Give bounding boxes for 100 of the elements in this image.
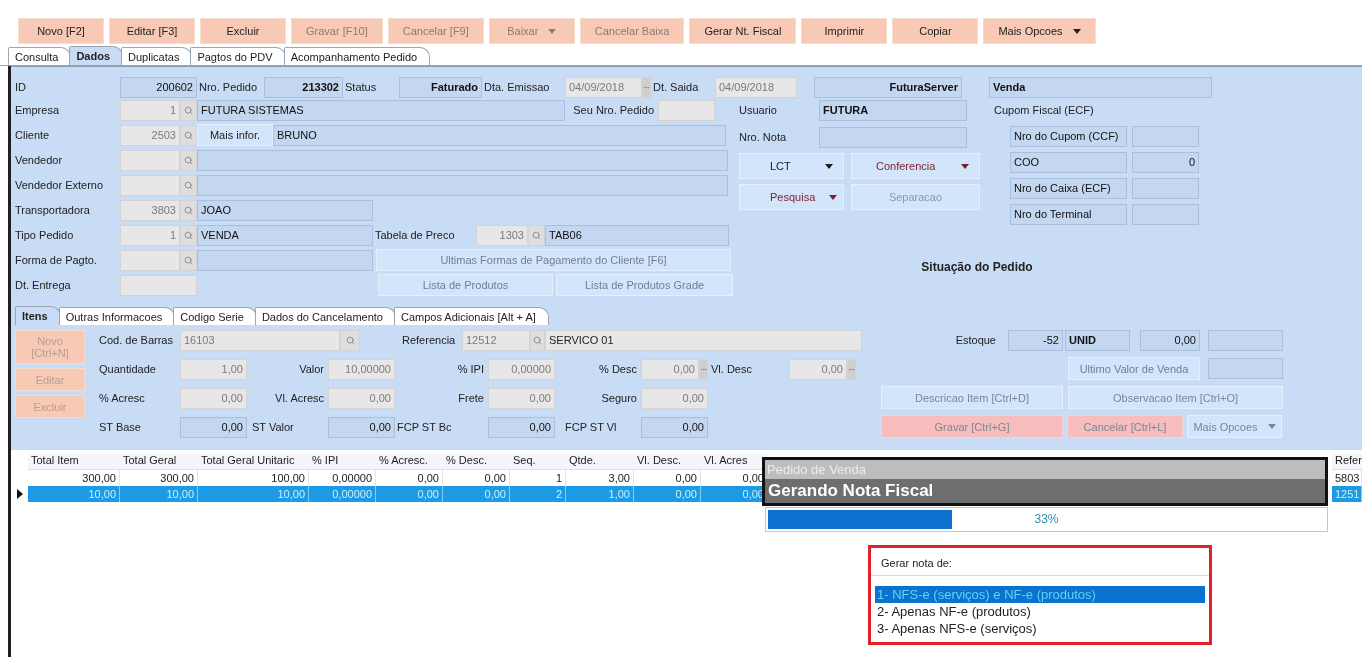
text-field[interactable]: 0,00 [180, 388, 247, 409]
text-field[interactable]: 1,00 [180, 359, 247, 380]
text-field[interactable] [120, 274, 197, 296]
list-option[interactable]: 2- Apenas NF-e (produtos) [875, 603, 1205, 620]
text-field[interactable]: 0,00 [180, 417, 247, 438]
text-field[interactable]: 0,00 [641, 417, 708, 438]
text-field[interactable] [819, 126, 967, 148]
popup-title: Gerar nota de: [871, 548, 1209, 576]
text-field[interactable] [197, 249, 373, 271]
column-header[interactable]: Seq. [510, 454, 566, 470]
text-field[interactable]: 0,00 [789, 359, 847, 380]
text-field[interactable]: 0,00 [328, 388, 395, 409]
lookup-button[interactable] [528, 224, 545, 246]
column-header[interactable]: Vl. Acres [701, 454, 768, 470]
column-header[interactable]: % Desc. [443, 454, 510, 470]
lookup-button[interactable] [180, 199, 197, 221]
text-field[interactable]: 0,00 [1140, 330, 1200, 351]
lookup-button[interactable] [340, 330, 360, 351]
text-field[interactable]: Venda [989, 76, 1212, 98]
text-field[interactable]: 0,00 [641, 388, 708, 409]
text-field[interactable] [658, 99, 715, 121]
text-field[interactable] [120, 249, 180, 271]
lookup-button[interactable] [180, 174, 197, 196]
column-header[interactable]: % Acresc. [376, 454, 443, 470]
list-option[interactable]: 3- Apenas NFS-e (serviços) [875, 620, 1205, 637]
more-info-button[interactable]: Mais infor. [197, 124, 273, 146]
text-field[interactable]: 1 [120, 224, 180, 246]
toolbar-button[interactable]: Imprimir [801, 18, 888, 44]
tab[interactable]: Outras Informacoes [58, 307, 176, 325]
text-field[interactable]: UNID [1065, 330, 1130, 351]
column-header[interactable]: Total Geral [120, 454, 198, 470]
tab[interactable]: Dados do Cancelamento [254, 307, 396, 325]
menu-button[interactable]: Pesquisa [739, 184, 844, 210]
picker-button[interactable] [699, 359, 708, 380]
text-field[interactable]: 1303 [476, 224, 528, 246]
toolbar-button[interactable]: Novo [F2] [18, 18, 104, 44]
text-field[interactable]: FUTURA SISTEMAS [197, 99, 565, 121]
text-field[interactable]: 2503 [120, 124, 180, 146]
text-field[interactable]: 0,00 [488, 417, 555, 438]
lookup-button[interactable] [180, 249, 197, 271]
text-field[interactable]: FUTURA [819, 99, 967, 121]
toolbar-button[interactable]: Copiar [892, 18, 979, 44]
text-field[interactable] [197, 149, 728, 171]
lookup-button[interactable] [180, 149, 197, 171]
lookup-button[interactable] [180, 99, 197, 121]
text-field[interactable]: JOAO [197, 199, 373, 221]
toolbar-button[interactable]: Mais Opcoes [983, 18, 1096, 44]
toolbar-button[interactable]: Gerar Nt. Fiscal [689, 18, 797, 44]
column-header[interactable]: Qtde. [566, 454, 634, 470]
text-field[interactable]: 12512 [462, 330, 530, 351]
text-field[interactable]: 0,00000 [488, 359, 555, 380]
text-field[interactable]: 0 [1132, 152, 1199, 173]
text-field[interactable]: 0,00 [641, 359, 699, 380]
text-field[interactable] [1208, 330, 1283, 351]
lookup-button[interactable] [180, 124, 197, 146]
toolbar-button[interactable]: Editar [F3] [109, 18, 195, 44]
column-header[interactable]: % IPI [309, 454, 376, 470]
text-field[interactable]: 04/09/2018 [565, 76, 642, 98]
text-field[interactable] [197, 174, 728, 196]
tab[interactable]: Duplicatas [121, 47, 193, 65]
text-field[interactable]: VENDA [197, 224, 373, 246]
tab[interactable]: Pagtos do PDV [190, 47, 286, 65]
text-field[interactable]: Faturado [399, 76, 482, 98]
text-field[interactable]: 3803 [120, 199, 180, 221]
text-field[interactable]: FuturaServer [814, 76, 962, 98]
tab[interactable]: Acompanhamento Pedido [283, 47, 431, 65]
column-header[interactable]: Vl. Desc. [634, 454, 701, 470]
text-field[interactable]: SERVICO 01 [545, 330, 862, 351]
column-header[interactable]: Total Item [28, 454, 120, 470]
text-field[interactable]: 1 [120, 99, 180, 121]
text-field[interactable]: 10,00000 [328, 359, 395, 380]
text-field[interactable] [1208, 358, 1283, 379]
text-field[interactable]: -52 [1008, 330, 1063, 351]
picker-button[interactable] [642, 76, 651, 98]
text-field[interactable] [1132, 178, 1199, 199]
tab[interactable]: Itens [15, 306, 61, 325]
text-field[interactable] [1132, 126, 1199, 147]
text-field[interactable] [120, 174, 180, 196]
tab[interactable]: Dados [69, 46, 124, 65]
toolbar-button[interactable]: Excluir [200, 18, 286, 44]
tab[interactable]: Consulta [8, 47, 72, 65]
tab[interactable]: Campos Adicionais [Alt + A] [393, 307, 549, 325]
text-field[interactable]: 0,00 [328, 417, 395, 438]
text-field[interactable]: 04/09/2018 [715, 76, 797, 98]
text-field[interactable]: TAB06 [545, 224, 729, 246]
text-field[interactable]: BRUNO [273, 124, 726, 146]
column-header[interactable]: Total Geral Unitaric [198, 454, 309, 470]
text-field[interactable]: 213302 [264, 76, 343, 98]
text-field[interactable]: 16103 [180, 330, 340, 351]
menu-button[interactable]: Conferencia [851, 153, 980, 179]
text-field[interactable]: 200602 [120, 76, 197, 98]
menu-button[interactable]: LCT [739, 153, 844, 179]
text-field[interactable] [120, 149, 180, 171]
lookup-button[interactable] [530, 330, 545, 351]
picker-button[interactable] [847, 359, 856, 380]
tab[interactable]: Codigo Serie [173, 307, 257, 325]
text-field[interactable]: 0,00 [488, 388, 555, 409]
column-header[interactable]: Refer [1332, 454, 1362, 470]
text-field[interactable] [1132, 204, 1199, 225]
lookup-button[interactable] [180, 224, 197, 246]
